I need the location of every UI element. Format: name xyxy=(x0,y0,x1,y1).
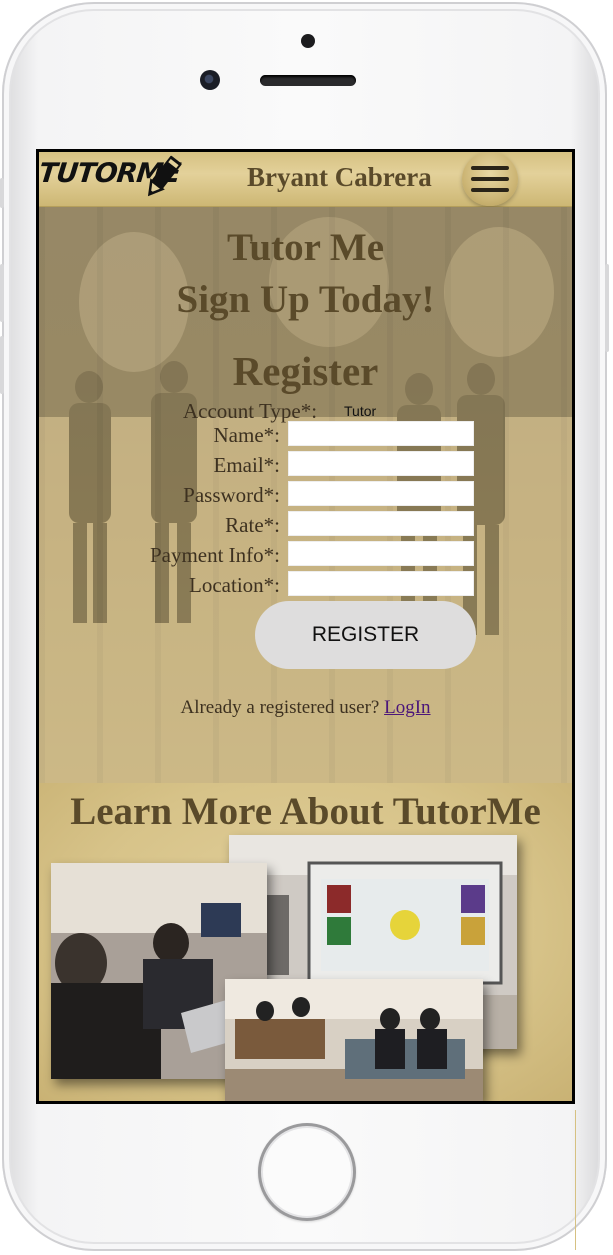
edge-line xyxy=(575,1110,576,1250)
learn-more-title: Learn More About TutorMe xyxy=(70,790,541,833)
rate-label: Rate*: xyxy=(225,513,280,537)
form-row-email: Email*: xyxy=(39,451,572,479)
menu-line-icon xyxy=(471,177,509,181)
form-row-payment: Payment Info*: xyxy=(39,541,572,569)
password-field[interactable] xyxy=(288,481,474,506)
proximity-sensor xyxy=(301,34,315,48)
user-name[interactable]: Bryant Cabrera xyxy=(247,162,432,193)
coworking-photo xyxy=(225,979,483,1101)
email-field[interactable] xyxy=(288,451,474,476)
form-row-password: Password*: xyxy=(39,481,572,509)
password-label: Password*: xyxy=(183,483,280,507)
screen: TUTORME Bryant Cabrera Tutor Me Sign Up … xyxy=(36,149,575,1104)
login-link[interactable]: LogIn xyxy=(384,697,430,718)
hamburger-menu-button[interactable] xyxy=(462,152,518,206)
volume-down-button xyxy=(0,336,4,394)
location-label: Location*: xyxy=(189,573,280,597)
email-label: Email*: xyxy=(213,453,281,477)
login-prompt: Already a registered user? LogIn xyxy=(39,697,572,719)
power-button xyxy=(605,264,609,352)
payment-info-field[interactable] xyxy=(288,541,474,566)
top-nav-bar: TUTORME Bryant Cabrera xyxy=(39,152,572,207)
earpiece-speaker xyxy=(260,75,356,86)
volume-up-button xyxy=(0,264,4,322)
login-prompt-text: Already a registered user? xyxy=(180,697,380,718)
form-row-location: Location*: xyxy=(39,571,572,599)
learn-more-section: Learn More About TutorMe xyxy=(39,783,572,1101)
register-heading: Register xyxy=(232,348,379,394)
form-row-rate: Rate*: xyxy=(39,511,572,539)
mute-switch xyxy=(0,178,4,208)
register-button[interactable]: REGISTER xyxy=(255,601,476,669)
payment-info-label: Payment Info*: xyxy=(149,543,280,567)
form-row-name: Name*: xyxy=(39,421,572,449)
name-field[interactable] xyxy=(288,421,474,446)
home-button[interactable] xyxy=(258,1123,356,1221)
menu-line-icon xyxy=(471,166,509,170)
menu-line-icon xyxy=(471,188,509,192)
location-field[interactable] xyxy=(288,571,474,596)
front-camera-icon xyxy=(200,70,220,90)
name-label: Name*: xyxy=(213,423,280,447)
rate-field[interactable] xyxy=(288,511,474,536)
page-title: Tutor Me xyxy=(226,226,385,269)
pencil-icon xyxy=(147,155,182,197)
account-type-value[interactable]: Tutor xyxy=(344,403,376,419)
register-section: Tutor Me Sign Up Today! Register Account… xyxy=(39,207,572,783)
page-subtitle: Sign Up Today! xyxy=(176,278,435,321)
